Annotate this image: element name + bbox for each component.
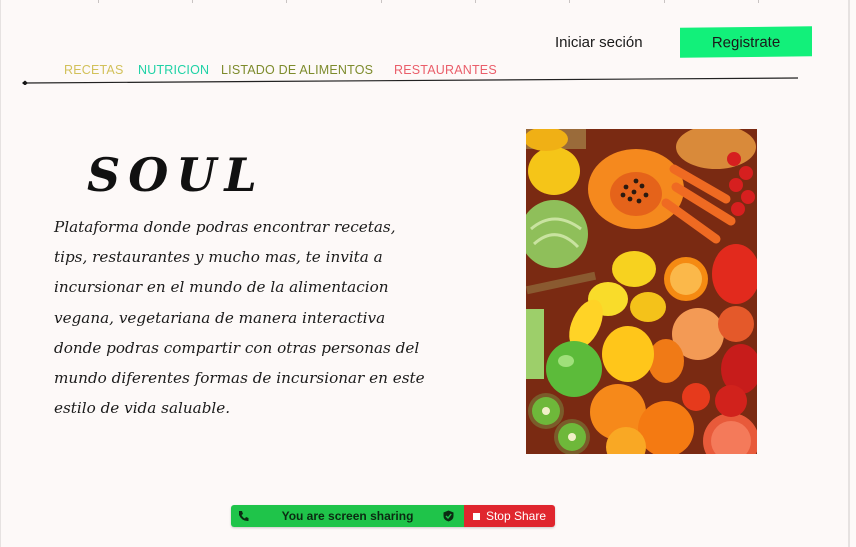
hero-description: Plataforma donde podras encontrar receta… [54,212,486,423]
screen-share-label: You are screen sharing [281,509,414,523]
page-right-border [848,0,850,547]
nav-divider-line [22,77,798,85]
stop-share-button[interactable]: Stop Share [464,505,555,527]
page-left-border [0,0,1,547]
screen-share-bar: You are screen sharing Stop Share [231,505,555,527]
description-line: Plataforma donde podras encontrar receta… [54,218,396,236]
vegetables-photo [526,129,757,454]
login-link[interactable]: Iniciar seción [555,34,643,51]
stop-icon [472,512,480,520]
phone-icon [239,511,249,522]
description-line: donde podras compartir con otras persona… [54,338,420,357]
description-line: estilo de vida saluable. [54,399,231,418]
description-line: tips, restaurantes y mucho mas, te invit… [54,248,383,267]
browser-top-strip [0,0,856,3]
description-line: vegana, vegetariana de manera interactiv… [54,308,386,327]
screen-share-status: You are screen sharing [231,505,464,527]
stop-share-label: Stop Share [485,509,547,523]
description-line: mundo diferentes formas de incursionar e… [54,369,425,388]
description-line: incursionar en el mundo de la alimentaci… [54,278,389,297]
register-button[interactable]: Registrate [680,26,812,58]
hero-title: SOUL [87,148,265,202]
shield-check-icon [443,510,454,522]
